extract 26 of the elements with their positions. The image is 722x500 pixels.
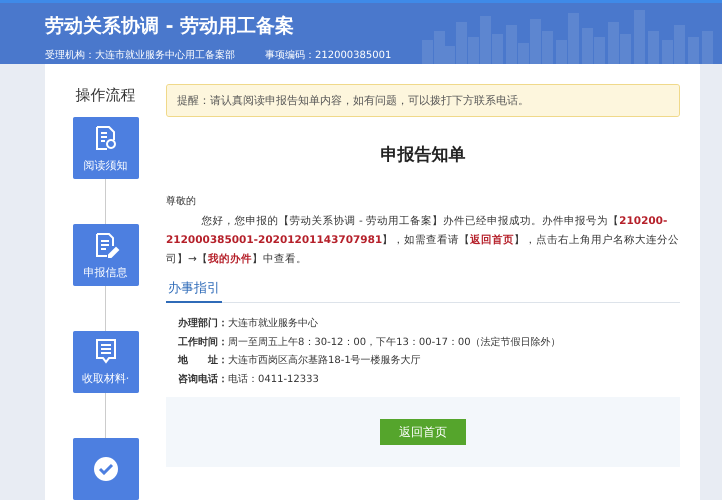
process-title: 操作流程 — [76, 86, 136, 105]
home-button[interactable]: 返回首页 — [380, 419, 466, 445]
process-step[interactable]: 收取材料· — [72, 330, 138, 394]
step-label: 阅读须知 — [84, 158, 128, 173]
info-label: 办理部门： — [178, 317, 228, 331]
notice-banner: 提醒：请认真阅读申报告知单内容，如有问题，可以拨打下方联系电话。 — [166, 84, 680, 117]
info-value: 电话：0411-12333 — [228, 372, 319, 386]
notice-paragraph: 您好，您申报的【劳动关系协调 - 劳动用工备案】办件已经申报成功。办件申报号为【210200-212000385001-20201201143707981】，如需查看请【返回首页】，点击右上角用户名称大连分公司】→【我的办件】中查看。 — [166, 214, 680, 267]
document-title: 申报告知单 — [380, 144, 466, 166]
check-icon — [92, 454, 120, 483]
page-title: 劳动关系协调 - 劳动用工备案 — [45, 14, 296, 39]
greeting-text: 尊敬的 — [166, 194, 197, 208]
step-label: 收取材料· — [82, 371, 130, 386]
step-label: 申报信息 — [84, 264, 128, 280]
item-code-text: 事项编码：212000385001 — [265, 48, 392, 62]
process-step[interactable]: 阅读须知 — [72, 117, 138, 180]
info-label: 工作时间： — [178, 336, 228, 350]
info-value: 周一至周五上午8：30-12：00，下午13：00-17：00（法定节假日除外） — [228, 336, 561, 350]
process-step[interactable] — [72, 438, 138, 500]
info-label: 咨询电话： — [178, 372, 228, 386]
info-value: 大连市就业服务中心 — [228, 317, 318, 331]
guide-tab[interactable]: 办事指引 — [166, 279, 222, 303]
process-step[interactable]: 申报信息 — [72, 224, 138, 286]
info-value: 大连市西岗区高尔基路18-1号一楼服务大厅 — [228, 354, 421, 368]
info-label: 地 址： — [178, 354, 228, 368]
agency-text: 受理机构：大连市就业服务中心用工备案部 — [45, 48, 235, 62]
